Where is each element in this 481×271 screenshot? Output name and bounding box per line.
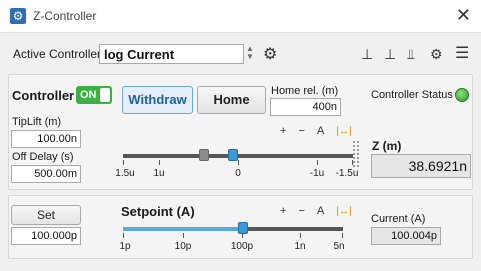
controller-status-led xyxy=(455,88,469,102)
settings-export-icon[interactable]: ⚙ xyxy=(430,46,443,63)
z-tick xyxy=(238,160,239,165)
home-rel-field[interactable]: 400n xyxy=(270,98,341,116)
setpoint-slider-fill xyxy=(123,227,243,231)
setpoint-slider-controls: + − A |↔| xyxy=(280,205,361,217)
set-value-field[interactable]: 100.000p xyxy=(11,227,81,245)
z-range-icon[interactable]: |↔| xyxy=(336,126,351,137)
active-controller-label: Active Controller xyxy=(13,47,102,61)
z-auto-button[interactable]: A xyxy=(317,125,324,137)
controller-toggle[interactable]: ON xyxy=(76,86,112,104)
z-minus-button[interactable]: − xyxy=(299,125,305,137)
offdelay-field[interactable]: 500.00m xyxy=(11,165,81,183)
z-ticks xyxy=(123,160,353,165)
z-tick xyxy=(123,160,124,165)
axis-split-icon[interactable]: ⫫ xyxy=(407,46,415,63)
gear-icon[interactable]: ⚙ xyxy=(263,44,277,64)
controller-toggle-label: ON xyxy=(80,89,97,101)
title-bar: ⚙ Z-Controller ✕ xyxy=(0,0,481,33)
z-slider[interactable]: 1.5u 1u 0 -1u -1.5u xyxy=(115,147,358,183)
setpoint-panel: Set 100.000p Setpoint (A) + − A |↔| 1p 1… xyxy=(8,195,473,259)
axis-up-icon[interactable]: ⊥ xyxy=(361,46,373,63)
window-title: Z-Controller xyxy=(33,9,97,23)
toolbar: Active Controller log Current ▲ ▼ ⚙ ⊥ ⊥ ⫫… xyxy=(0,38,481,68)
setpoint-tick xyxy=(242,233,243,238)
tiplift-field[interactable]: 100.00n xyxy=(11,130,81,148)
z-plus-button[interactable]: + xyxy=(280,125,286,137)
toggle-knob xyxy=(100,88,110,102)
z-tick-label: 1u xyxy=(153,168,165,179)
setpoint-tick xyxy=(342,233,343,238)
setpoint-tick-label: 10p xyxy=(174,241,192,252)
setpoint-plus-button[interactable]: + xyxy=(280,205,286,217)
setpoint-tick-label: 1p xyxy=(119,241,131,252)
active-controller-spin[interactable]: ▲ ▼ xyxy=(246,45,254,61)
tiplift-label: TipLift (m) xyxy=(12,116,62,128)
home-rel-label: Home rel. (m) xyxy=(271,85,339,97)
z-tick xyxy=(159,160,160,165)
controller-panel: Controller ON Withdraw Home Home rel. (m… xyxy=(8,74,473,190)
active-controller-select[interactable]: log Current xyxy=(99,44,244,64)
app-icon: ⚙ xyxy=(10,8,26,24)
current-label: Current (A) xyxy=(371,213,426,225)
home-button[interactable]: Home xyxy=(197,86,266,114)
withdraw-button[interactable]: Withdraw xyxy=(122,86,193,114)
z-tick-label: -1.5u xyxy=(335,168,359,179)
setpoint-ticks xyxy=(123,233,343,238)
setpoint-tick xyxy=(123,233,124,238)
z-tick-label: -1u xyxy=(309,168,325,179)
menu-icon[interactable]: ☰ xyxy=(455,43,469,63)
setpoint-tick-label: 1n xyxy=(294,241,306,252)
z-tick xyxy=(317,160,318,165)
z-slider-grip[interactable] xyxy=(353,141,359,167)
setpoint-tick xyxy=(183,233,184,238)
set-button[interactable]: Set xyxy=(11,205,81,225)
z-tick-label: 0 xyxy=(235,168,241,179)
z-label: Z (m) xyxy=(372,139,402,153)
offdelay-label: Off Delay (s) xyxy=(12,151,74,163)
active-controller-value: log Current xyxy=(104,47,175,62)
setpoint-slider[interactable]: 1p 10p 100p 1n 5n xyxy=(119,220,345,256)
setpoint-range-icon[interactable]: |↔| xyxy=(336,206,351,217)
controller-status-label: Controller Status xyxy=(371,89,453,101)
setpoint-tick-label: 100p xyxy=(230,241,254,252)
z-value: 38.6921n xyxy=(371,154,471,178)
z-tick-label: 1.5u xyxy=(115,168,135,179)
controller-label: Controller xyxy=(12,88,75,103)
setpoint-tick-label: 5n xyxy=(333,241,345,252)
close-button[interactable]: ✕ xyxy=(456,5,471,26)
setpoint-minus-button[interactable]: − xyxy=(299,205,305,217)
setpoint-tick xyxy=(300,233,301,238)
current-value: 100.004p xyxy=(371,227,441,245)
setpoint-auto-button[interactable]: A xyxy=(317,205,324,217)
axis-down-icon[interactable]: ⊥ xyxy=(384,46,396,63)
z-slider-controls: + − A |↔| xyxy=(280,125,361,137)
setpoint-label: Setpoint (A) xyxy=(121,204,195,219)
